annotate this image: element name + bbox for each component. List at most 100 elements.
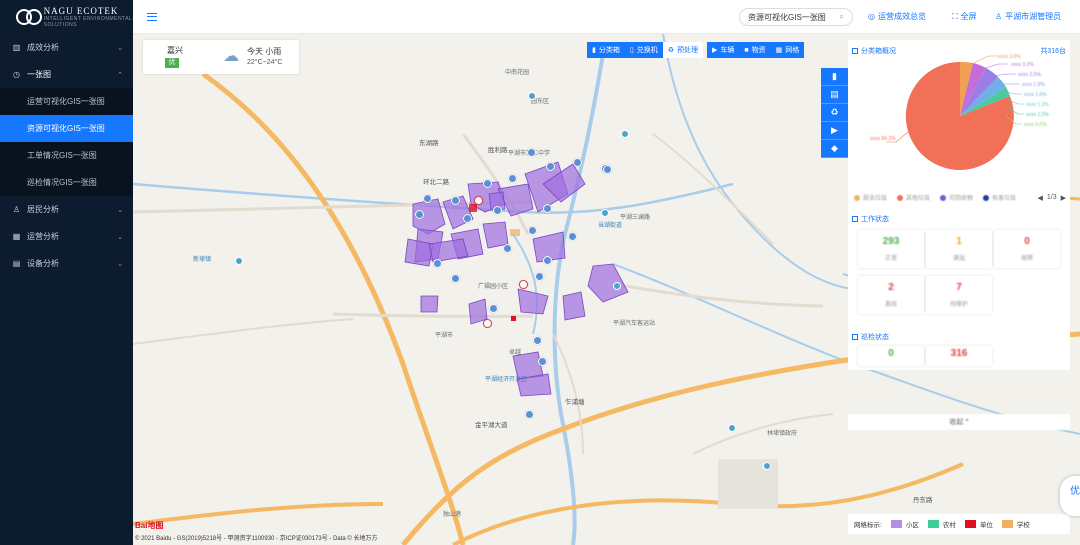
alert-bin-marker[interactable]	[483, 319, 492, 328]
bin-marker[interactable]	[483, 179, 492, 188]
box-icon: ■	[744, 46, 749, 54]
recycle-icon[interactable]: ♻	[821, 104, 848, 122]
stat-card-normal[interactable]: 293 正常	[858, 230, 924, 268]
map-label: 独山港	[443, 512, 462, 518]
inspection-icon	[852, 334, 858, 340]
bin-marker[interactable]	[538, 357, 547, 366]
alert-bin-marker[interactable]	[474, 196, 483, 205]
fullscreen-button[interactable]: ⛶ 全屏	[952, 11, 977, 22]
sidebar-subitem-inspection-gis[interactable]: 巡检情况GIS一张图	[0, 169, 133, 196]
bin-marker[interactable]	[533, 336, 542, 345]
link-label: 运营成效总览	[877, 12, 926, 21]
sidebar-subitem-resource-gis[interactable]: 资源可视化GIS一张图	[0, 115, 133, 142]
stat-card-inspected[interactable]: 0	[858, 346, 924, 366]
bin-marker[interactable]	[543, 204, 552, 213]
map-poi-marker[interactable]	[528, 92, 536, 100]
map-label: 环北二路	[423, 179, 449, 186]
bin-marker[interactable]	[543, 256, 552, 265]
prev-page-icon[interactable]: ◀	[1037, 194, 1042, 202]
box-icon[interactable]: ◆	[821, 140, 848, 158]
search-value: 资源可视化GIS一张图	[748, 12, 826, 22]
legend-item[interactable]: 有害垃圾	[983, 193, 1016, 202]
brand-tagline: INTELLIGENT ENVIRONMENTAL SOLUTIONS	[43, 16, 133, 28]
chevron-down-icon: ⌄	[117, 260, 123, 268]
alert-bin-marker[interactable]	[519, 280, 528, 289]
layer-label: 车辆	[720, 47, 735, 54]
layer-toggle-vehicles[interactable]: ▶ 车辆	[707, 42, 740, 58]
pie-label: xxxx 3.8%	[998, 54, 1021, 60]
bin-marker[interactable]	[503, 244, 512, 253]
bin-marker[interactable]	[415, 210, 424, 219]
bin-marker[interactable]	[433, 259, 442, 268]
legend-item[interactable]: 可回收物	[940, 193, 973, 202]
sidebar-item-effect-analysis[interactable]: ▥ 成效分析 ⌄	[0, 34, 133, 61]
stat-card-fault[interactable]: 0 故障	[994, 230, 1060, 268]
map-poi-marker[interactable]	[621, 130, 629, 138]
bin-marker[interactable]	[573, 158, 582, 167]
layer-toggle-bins[interactable]: ▮ 分类箱	[587, 42, 625, 58]
user-icon: ♙	[995, 12, 1003, 21]
map-copyright: © 2021 Baidu - GS(2019)5218号 - 甲测资字11009…	[135, 536, 378, 542]
sidebar-item-operation-analysis[interactable]: ▦ 运营分析 ⌄	[0, 223, 133, 250]
bin-marker[interactable]	[508, 174, 517, 183]
bin-marker[interactable]	[527, 148, 536, 157]
map-poi-marker[interactable]	[728, 424, 736, 432]
sidebar-subitem-workorder-gis[interactable]: 工单情况GIS一张图	[0, 142, 133, 169]
search-icon[interactable]: ⌕	[840, 12, 844, 22]
legend-item[interactable]: 厨余垃圾	[854, 193, 887, 202]
legend-label: 厨余垃圾	[863, 196, 888, 202]
trash-bin-icon[interactable]: ▮	[821, 68, 848, 86]
layer-toggle-exchange[interactable]: ▯ 兑换机	[624, 42, 663, 58]
bin-marker[interactable]	[568, 232, 577, 241]
weather-description: 今天 小雨	[247, 47, 282, 56]
collapse-panel-button[interactable]: 收起 ^	[848, 414, 1070, 430]
map-poi-marker[interactable]	[613, 282, 621, 290]
sidebar-item-one-map[interactable]: ◷ 一张图 ⌃	[0, 61, 133, 88]
bin-marker[interactable]	[423, 194, 432, 203]
bin-marker[interactable]	[489, 304, 498, 313]
trash-bin-icon: ▮	[592, 47, 596, 54]
layer-label: 分类箱	[598, 47, 620, 54]
stat-label: 离线	[884, 302, 897, 308]
help-floating-button[interactable]: 优	[1060, 476, 1080, 516]
legend-label: 单位	[979, 522, 993, 529]
legend-swatch	[1001, 520, 1013, 528]
stat-card-offline[interactable]: 2 离线	[858, 276, 924, 314]
map-poi-marker[interactable]	[235, 257, 243, 265]
link-operation-overview[interactable]: ◎ 运营成效总览	[868, 11, 926, 22]
sidebar-subitem-operation-gis[interactable]: 运营可视化GIS一张图	[0, 88, 133, 115]
sidebar-item-device-analysis[interactable]: ▤ 设备分析 ⌄	[0, 250, 133, 277]
stat-card-not-inspected[interactable]: 316	[926, 346, 992, 366]
layer-toggle-pretreatment[interactable]: ♻ 预处理	[662, 42, 703, 58]
truck-icon[interactable]: ▶	[821, 122, 848, 140]
menu-toggle-icon[interactable]	[147, 12, 157, 22]
pie-label: xxxx 3.2%	[1011, 62, 1034, 68]
bin-overview-panel: 分类箱概况 共316台 xxxx 3.8% xxxx 3.2% xxxx 2.5…	[848, 40, 1070, 370]
stat-card-full[interactable]: 1 满溢	[926, 230, 992, 268]
bin-marker[interactable]	[451, 274, 460, 283]
stat-card-maintenance[interactable]: 7 待维护	[926, 276, 992, 314]
search-input[interactable]: 资源可视化GIS一张图 ⌕	[739, 8, 853, 26]
bin-marker[interactable]	[535, 272, 544, 281]
bin-marker[interactable]	[603, 165, 612, 174]
map-canvas[interactable]: 中南花园 园东区 东湖路 胜利路 环北二路 新埭镇 平湖市 当湖街道 平湖三澜路…	[133, 34, 1080, 545]
map-poi-marker[interactable]	[601, 209, 609, 217]
bin-marker[interactable]	[546, 162, 555, 171]
bin-marker[interactable]	[493, 206, 502, 215]
layer-toggle-grid[interactable]: ▦ 网格	[770, 42, 805, 58]
next-page-icon[interactable]: ▶	[1061, 194, 1066, 202]
building-icon[interactable]: ▤	[821, 86, 848, 104]
bin-marker[interactable]	[525, 410, 534, 419]
sidebar: NAGU ECOTEK INTELLIGENT ENVIRONMENTAL SO…	[0, 0, 133, 545]
bin-marker[interactable]	[528, 226, 537, 235]
brand-logo[interactable]: NAGU ECOTEK INTELLIGENT ENVIRONMENTAL SO…	[0, 0, 133, 34]
bin-marker[interactable]	[451, 196, 460, 205]
sidebar-item-resident-analysis[interactable]: ♙ 居民分析 ⌄	[0, 196, 133, 223]
map-poi-marker[interactable]	[763, 462, 771, 470]
legend-item[interactable]: 其他垃圾	[897, 193, 930, 202]
legend-label: 小区	[905, 522, 919, 529]
layer-toggle-materials[interactable]: ■ 物资	[739, 42, 771, 58]
fullscreen-icon: ⛶	[952, 11, 958, 21]
user-menu[interactable]: ♙ 平湖市湖管理员	[995, 11, 1061, 22]
bin-marker[interactable]	[463, 214, 472, 223]
